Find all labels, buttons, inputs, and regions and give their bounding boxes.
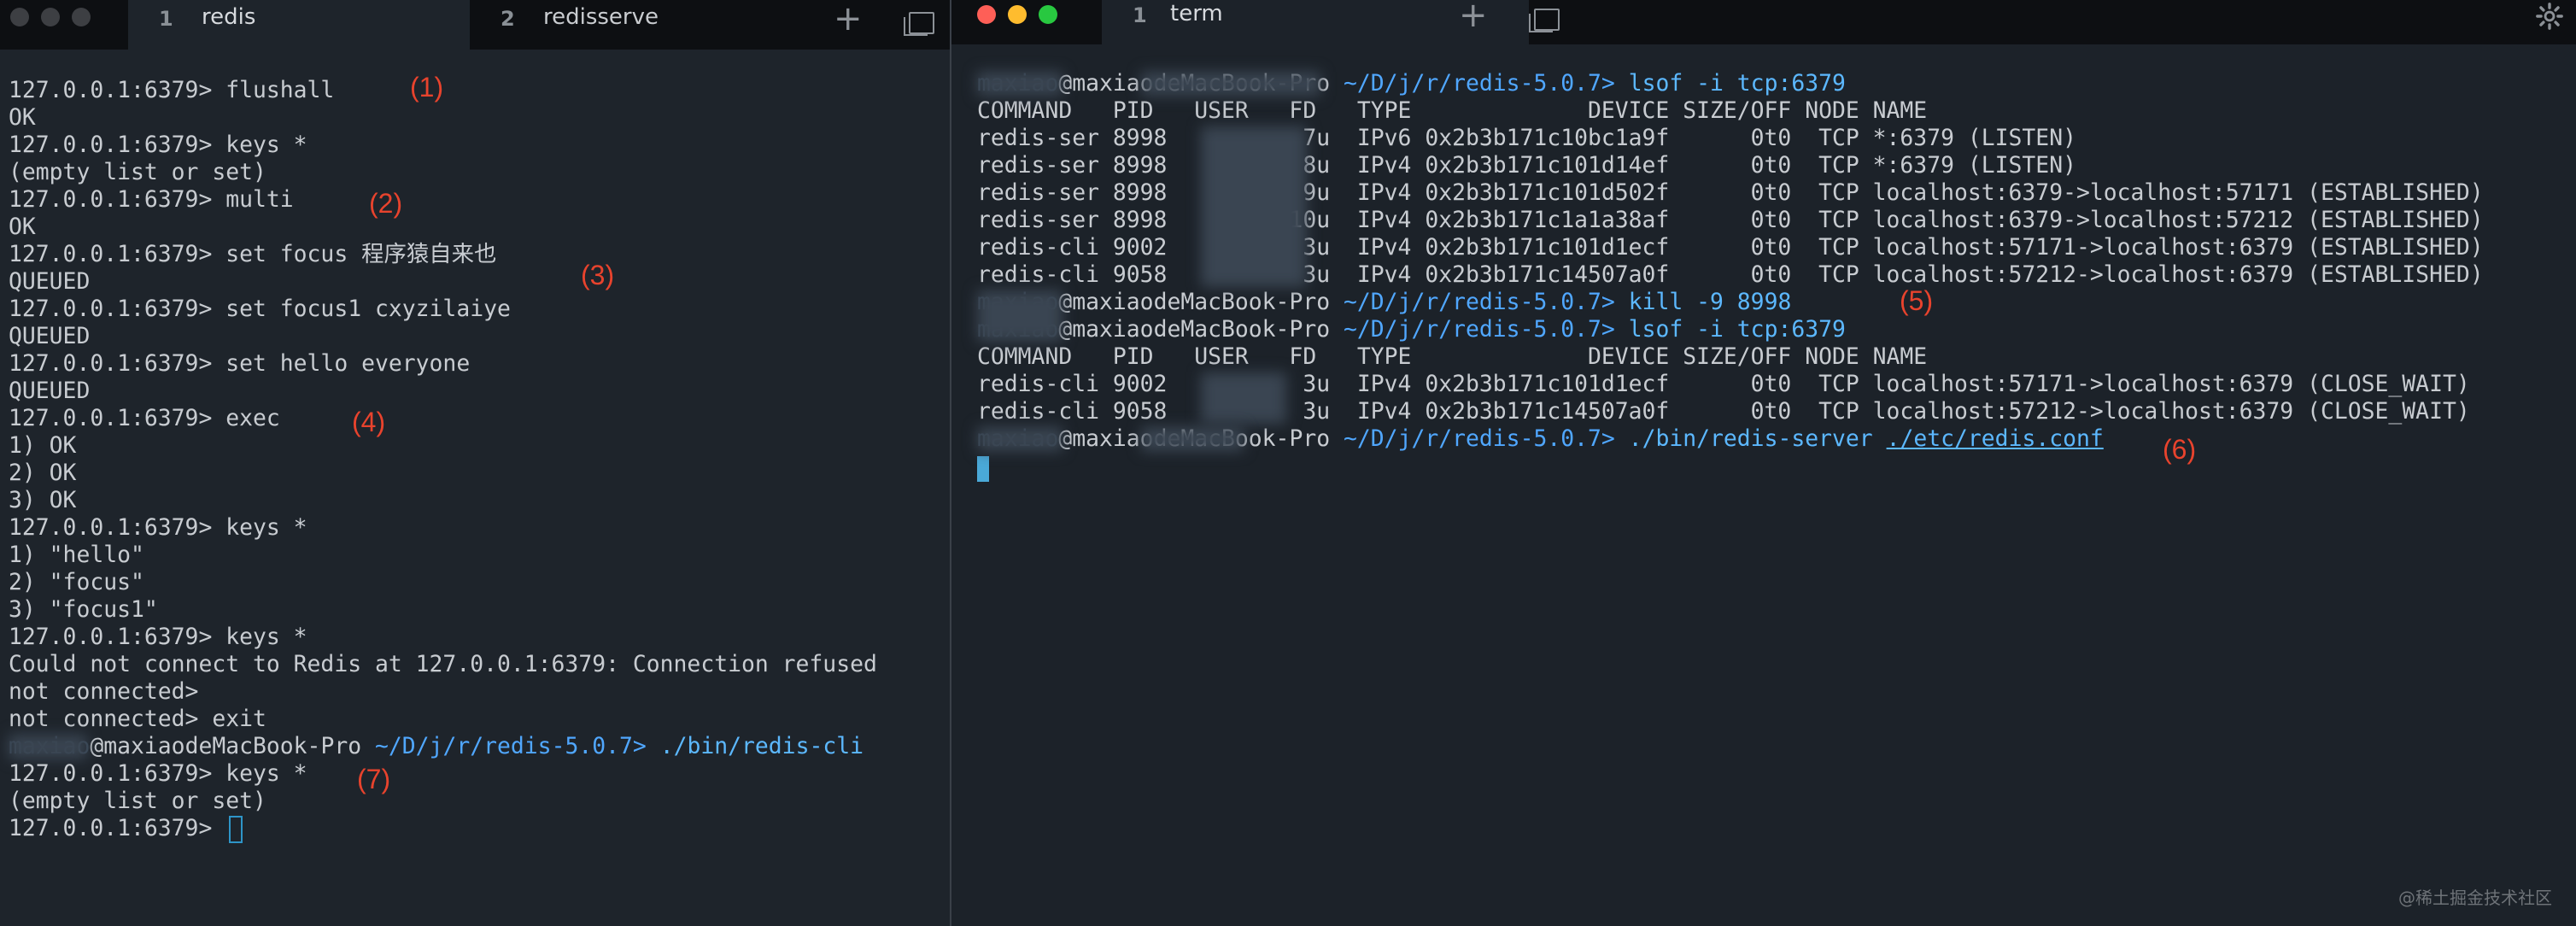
terminal-line: 2) OK bbox=[9, 460, 77, 486]
close-window-icon[interactable] bbox=[10, 8, 29, 26]
prompt-command: kill -9 8998 bbox=[1628, 289, 1792, 315]
terminal-line: not connected> bbox=[9, 678, 199, 705]
right-tab-bar: 1 term + bbox=[951, 0, 2576, 44]
terminal-line: QUEUED bbox=[9, 323, 91, 349]
shell-prompt-line: maxiao@maxiaodeMacBook-Pro ~/D/j/r/redis… bbox=[9, 733, 864, 760]
left-tab-bar: 1 redis 2 redisserve + bbox=[0, 0, 950, 50]
terminal-input-line[interactable]: 127.0.0.1:6379> bbox=[9, 815, 243, 843]
tab-redisserve[interactable]: 2 redisserve bbox=[478, 0, 803, 50]
terminal-line: 127.0.0.1:6379> flushall bbox=[9, 77, 335, 103]
tab-label: term bbox=[1170, 1, 1223, 26]
redacted-hostname-blur bbox=[1141, 72, 1320, 96]
annotation-label: (1) bbox=[410, 72, 444, 103]
maximize-window-icon[interactable] bbox=[72, 8, 91, 26]
shell-prompt-line: maxiao@maxiaodeMacBook-Pro ~/D/j/r/redis… bbox=[977, 70, 1846, 97]
text-cursor bbox=[977, 456, 989, 482]
config-path-link[interactable]: ./etc/redis.conf bbox=[1887, 425, 2104, 452]
table-row: redis-ser 8998 7u IPv6 0x2b3b171c10bc1a9… bbox=[977, 125, 2076, 151]
terminal-line: 1) OK bbox=[9, 432, 77, 459]
terminal-line: Could not connect to Redis at 127.0.0.1:… bbox=[9, 651, 877, 677]
annotation-label: (3) bbox=[581, 260, 615, 290]
annotation-label: (4) bbox=[352, 407, 386, 437]
terminal-line: 127.0.0.1:6379> keys * bbox=[9, 760, 307, 787]
annotation-label: (2) bbox=[369, 188, 403, 219]
annotation-label: (7) bbox=[357, 764, 391, 794]
redacted-username-blur bbox=[977, 427, 1063, 451]
table-header: COMMAND PID USER FD TYPE DEVICE SIZE/OFF… bbox=[977, 343, 1928, 370]
terminal-line: 127.0.0.1:6379> exec bbox=[9, 405, 280, 431]
terminal-line: 3) OK bbox=[9, 487, 77, 513]
tab-number: 1 bbox=[159, 7, 173, 31]
terminal-line: QUEUED bbox=[9, 268, 91, 295]
prompt-command: ./bin/redis-cli bbox=[659, 733, 864, 759]
redacted-hostname-blur bbox=[1141, 427, 1244, 451]
terminal-line: 127.0.0.1:6379> keys * bbox=[9, 514, 307, 541]
redacted-username-blur bbox=[977, 72, 1063, 96]
terminal-line: (empty list or set) bbox=[9, 788, 266, 814]
prompt-path: ~/D/j/r/redis-5.0.7> bbox=[1344, 316, 1615, 343]
terminal-line: 127.0.0.1:6379> set focus1 cxyzilaiye bbox=[9, 296, 511, 322]
terminal-line: 127.0.0.1:6379> keys * bbox=[9, 624, 307, 650]
window-icon[interactable] bbox=[904, 12, 934, 36]
minimize-window-icon[interactable] bbox=[1008, 5, 1027, 24]
prompt-path: ~/D/j/r/redis-5.0.7> bbox=[1344, 289, 1615, 315]
close-window-icon[interactable] bbox=[977, 5, 996, 24]
terminal-line: OK bbox=[9, 104, 36, 131]
watermark: @稀土掘金技术社区 bbox=[2398, 888, 2552, 908]
right-terminal-window[interactable]: 1 term + maxiao@maxiaodeMacBook-Pro ~/D/… bbox=[950, 0, 2576, 926]
tab-number: 2 bbox=[501, 7, 515, 31]
terminal-line: (empty list or set) bbox=[9, 159, 266, 185]
tab-number: 1 bbox=[1133, 3, 1147, 27]
redacted-username-blur bbox=[977, 290, 1063, 342]
terminal-line: 2) "focus" bbox=[9, 569, 144, 595]
prompt-path: ~/D/j/r/redis-5.0.7> bbox=[375, 733, 647, 759]
new-tab-icon[interactable]: + bbox=[834, 0, 863, 38]
tab-label: redisserve bbox=[543, 4, 659, 30]
prompt-command: lsof -i tcp:6379 bbox=[1628, 316, 1846, 343]
text-cursor bbox=[229, 815, 243, 843]
gear-icon[interactable] bbox=[2535, 2, 2564, 31]
redacted-user-column-blur bbox=[1201, 372, 1286, 424]
prompt-host: @maxiaodeMacBook-Pro bbox=[1058, 316, 1331, 343]
terminal-line: OK bbox=[9, 214, 36, 240]
left-terminal-window[interactable]: 1 redis 2 redisserve + 127.0.0.1:6379> f… bbox=[0, 0, 950, 926]
annotation-label: (6) bbox=[2163, 434, 2197, 465]
table-header: COMMAND PID USER FD TYPE DEVICE SIZE/OFF… bbox=[977, 97, 1928, 124]
terminal-line: 3) "focus1" bbox=[9, 596, 158, 623]
terminal-line: 127.0.0.1:6379> multi bbox=[9, 186, 294, 213]
shell-prompt-line: maxiao@maxiaodeMacBook-Pro ~/D/j/r/redis… bbox=[977, 289, 1791, 316]
tab-redis[interactable]: 1 redis bbox=[128, 0, 470, 50]
terminal-line: 127.0.0.1:6379> set focus 程序猿自来也 bbox=[9, 241, 497, 267]
prompt-path: ~/D/j/r/redis-5.0.7> bbox=[1344, 70, 1615, 97]
redis-prompt: 127.0.0.1:6379> bbox=[9, 815, 213, 841]
prompt-command: ./bin/redis-server bbox=[1628, 425, 1873, 452]
terminal-line: 1) "hello" bbox=[9, 542, 144, 568]
window-icon[interactable] bbox=[1529, 9, 1560, 32]
minimize-window-icon[interactable] bbox=[41, 8, 60, 26]
terminal-line: QUEUED bbox=[9, 378, 91, 404]
prompt-host: @maxiaodeMacBook-Pro bbox=[1058, 289, 1331, 315]
terminal-line: 127.0.0.1:6379> keys * bbox=[9, 132, 307, 158]
redacted-username-blur bbox=[9, 735, 87, 759]
terminal-line: not connected> exit bbox=[9, 706, 266, 732]
new-tab-icon[interactable]: + bbox=[1459, 0, 1488, 34]
prompt-host: @maxiaodeMacBook-Pro bbox=[90, 733, 362, 759]
redacted-user-column-blur bbox=[1201, 126, 1307, 287]
terminal-line: 127.0.0.1:6379> set hello everyone bbox=[9, 350, 471, 377]
prompt-command: lsof -i tcp:6379 bbox=[1628, 70, 1846, 97]
annotation-label: (5) bbox=[1900, 285, 1934, 316]
shell-prompt-line: maxiao@maxiaodeMacBook-Pro ~/D/j/r/redis… bbox=[977, 316, 1846, 343]
tab-label: redis bbox=[202, 4, 256, 30]
maximize-window-icon[interactable] bbox=[1039, 5, 1057, 24]
table-row: redis-ser 8998 8u IPv4 0x2b3b171c101d14e… bbox=[977, 152, 2076, 179]
prompt-path: ~/D/j/r/redis-5.0.7> bbox=[1344, 425, 1615, 452]
